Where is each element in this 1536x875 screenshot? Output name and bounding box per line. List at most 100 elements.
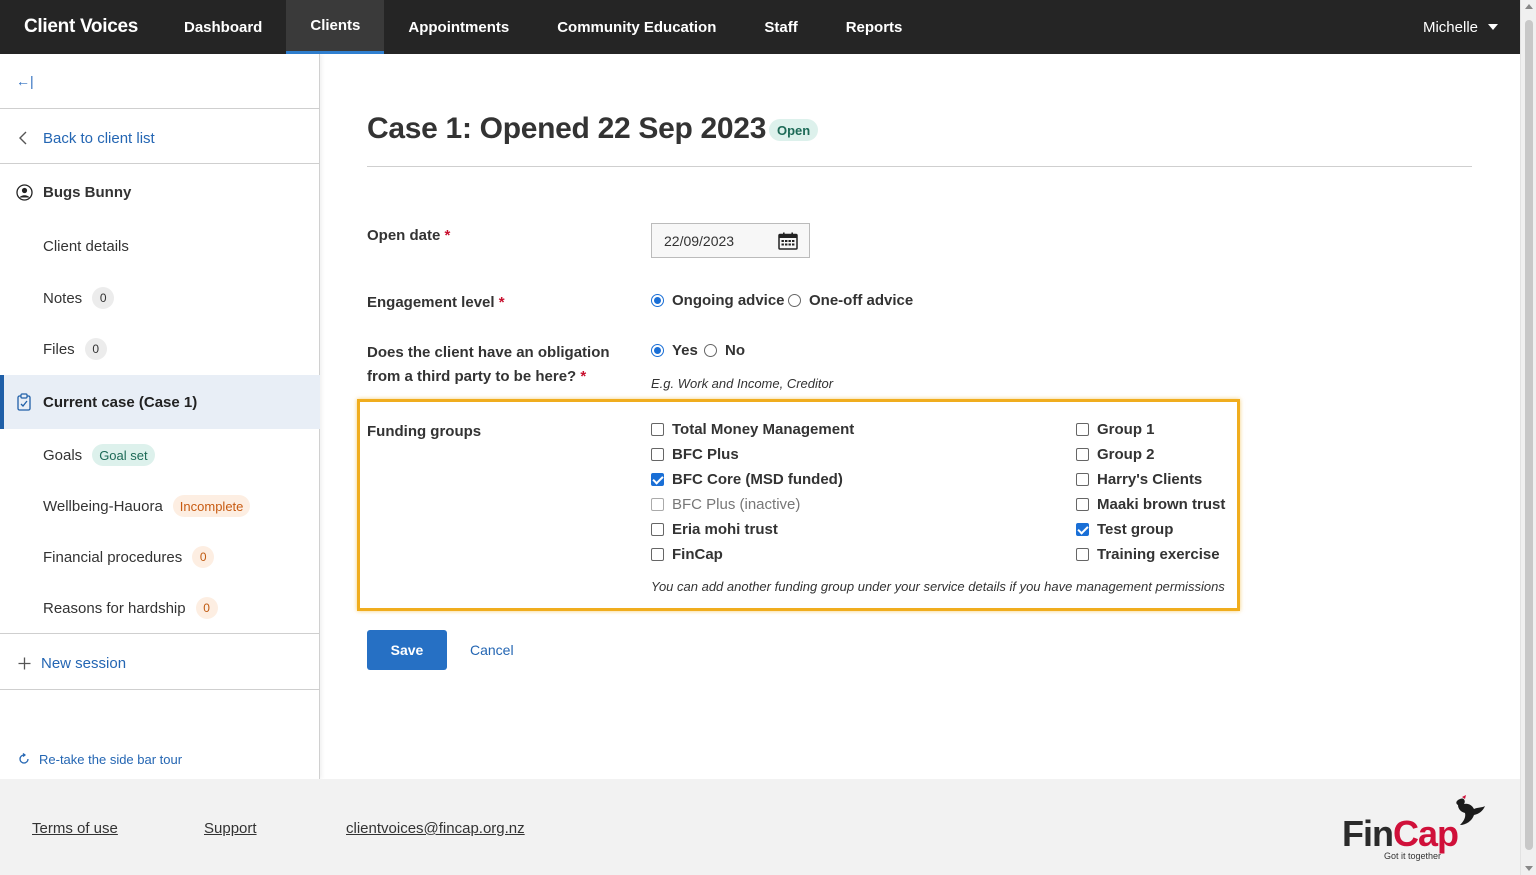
- email-link[interactable]: clientvoices@fincap.org.nz: [346, 820, 525, 837]
- cancel-button[interactable]: Cancel: [470, 642, 514, 658]
- obligation-label: Does the client have an obligation from …: [367, 341, 610, 389]
- divider: [0, 108, 320, 109]
- checkbox[interactable]: [651, 523, 664, 536]
- checkbox-label: Training exercise: [1097, 546, 1220, 563]
- obligation-no-label: No: [725, 342, 745, 359]
- reasons-for-hardship-label: Reasons for hardship: [43, 599, 186, 617]
- sidebar-item-goals[interactable]: Goals Goal set: [0, 443, 320, 467]
- radio-selected[interactable]: [651, 344, 664, 357]
- open-date-label-text: Open date: [367, 227, 441, 244]
- financial-procedures-count-badge: 0: [192, 546, 215, 568]
- funding-group-2-checkbox[interactable]: Group 2: [1076, 446, 1155, 463]
- app-brand[interactable]: Client Voices: [0, 16, 160, 38]
- wellbeing-status-badge: Incomplete: [172, 495, 251, 517]
- funding-eria-mohi-trust-checkbox[interactable]: Eria mohi trust: [651, 521, 778, 538]
- logo-tagline: Got it together: [1384, 851, 1442, 861]
- collapse-sidebar-button[interactable]: ←|: [16, 68, 46, 94]
- checkbox[interactable]: [1076, 548, 1089, 561]
- terms-of-use-link[interactable]: Terms of use: [32, 820, 118, 837]
- sidebar-item-reasons-for-hardship[interactable]: Reasons for hardship 0: [0, 596, 320, 620]
- current-case-label: Current case (Case 1): [43, 393, 198, 411]
- footer: Terms of use Support clientvoices@fincap…: [0, 779, 1520, 875]
- radio-unselected[interactable]: [788, 294, 801, 307]
- engagement-level-label-text: Engagement level: [367, 294, 495, 311]
- files-count-badge: 0: [84, 338, 107, 360]
- radio-unselected[interactable]: [704, 344, 717, 357]
- checkbox[interactable]: [1076, 473, 1089, 486]
- save-button[interactable]: Save: [367, 630, 447, 670]
- funding-group-1-checkbox[interactable]: Group 1: [1076, 421, 1155, 438]
- goals-label: Goals: [43, 446, 83, 464]
- checkbox-label: Group 2: [1097, 446, 1155, 463]
- obligation-yes-radio[interactable]: Yes: [651, 342, 698, 359]
- checkbox[interactable]: [1076, 423, 1089, 436]
- engagement-oneoff-radio[interactable]: One-off advice: [788, 292, 913, 309]
- funding-test-group-checkbox[interactable]: Test group: [1076, 521, 1173, 538]
- back-to-client-list-link[interactable]: Back to client list: [0, 125, 320, 151]
- checkbox-label: Maaki brown trust: [1097, 496, 1226, 513]
- funding-groups-hint: You can add another funding group under …: [651, 579, 1225, 594]
- page-title: Case 1: Opened 22 Sep 2023: [367, 112, 767, 145]
- checkbox-label: Harry's Clients: [1097, 471, 1203, 488]
- nav-appointments[interactable]: Appointments: [384, 0, 533, 54]
- new-session-button[interactable]: New session: [0, 651, 320, 675]
- sidebar-item-wellbeing[interactable]: Wellbeing-Hauora Incomplete: [0, 494, 320, 518]
- retake-tour-label: Re-take the side bar tour: [39, 751, 183, 767]
- back-link-label: Back to client list: [43, 129, 155, 147]
- nav-clients[interactable]: Clients: [286, 0, 385, 54]
- sidebar-item-notes[interactable]: Notes 0: [0, 286, 320, 310]
- sidebar-item-files[interactable]: Files 0: [0, 337, 320, 361]
- scroll-up-arrow-icon[interactable]: [1525, 4, 1533, 9]
- chevron-down-icon: [1488, 24, 1498, 30]
- radio-selected[interactable]: [651, 294, 664, 307]
- sidebar-item-current-case[interactable]: Current case (Case 1): [0, 375, 320, 429]
- funding-fincap-checkbox[interactable]: FinCap: [651, 546, 723, 563]
- financial-procedures-label: Financial procedures: [43, 548, 183, 566]
- vertical-scrollbar[interactable]: [1520, 0, 1536, 875]
- checkbox[interactable]: [651, 548, 664, 561]
- funding-maaki-brown-trust-checkbox[interactable]: Maaki brown trust: [1076, 496, 1225, 513]
- obligation-label-line2: from a third party to be here? *: [367, 368, 587, 385]
- checkbox[interactable]: [1076, 498, 1089, 511]
- funding-total-money-management-checkbox[interactable]: Total Money Management: [651, 421, 854, 438]
- new-session-label: New session: [41, 654, 127, 672]
- required-marker: *: [498, 294, 505, 311]
- retake-tour-link[interactable]: Re-take the side bar tour: [0, 749, 320, 769]
- engagement-ongoing-radio[interactable]: Ongoing advice: [651, 292, 785, 309]
- funding-bfc-core-checkbox[interactable]: BFC Core (MSD funded): [651, 471, 843, 488]
- required-marker: *: [444, 227, 451, 244]
- funding-training-exercise-checkbox[interactable]: Training exercise: [1076, 546, 1220, 563]
- collapse-left-icon: ←|: [16, 73, 34, 89]
- nav-dashboard[interactable]: Dashboard: [160, 0, 286, 54]
- checkbox[interactable]: [1076, 448, 1089, 461]
- sidebar-item-financial-procedures[interactable]: Financial procedures 0: [0, 545, 320, 569]
- scroll-down-arrow-icon[interactable]: [1525, 866, 1533, 871]
- user-menu[interactable]: Michelle: [1423, 19, 1520, 36]
- obligation-label-line1: Does the client have an obligation: [367, 344, 610, 361]
- funding-bfc-plus-checkbox[interactable]: BFC Plus: [651, 446, 739, 463]
- top-navigation: Client Voices Dashboard Clients Appointm…: [0, 0, 1520, 54]
- divider: [0, 163, 320, 164]
- funding-harrys-clients-checkbox[interactable]: Harry's Clients: [1076, 471, 1202, 488]
- scrollbar-thumb[interactable]: [1525, 20, 1533, 850]
- support-link[interactable]: Support: [204, 820, 257, 837]
- checkbox[interactable]: [651, 423, 664, 436]
- obligation-hint: E.g. Work and Income, Creditor: [651, 376, 834, 391]
- nav-staff[interactable]: Staff: [740, 0, 821, 54]
- client-details-label: Client details: [43, 237, 129, 255]
- nav-community-education[interactable]: Community Education: [533, 0, 740, 54]
- obligation-no-radio[interactable]: No: [704, 342, 745, 359]
- sidebar-item-client-details[interactable]: Client details: [0, 234, 320, 258]
- divider: [0, 633, 320, 634]
- checkbox-checked[interactable]: [651, 473, 664, 486]
- wellbeing-label: Wellbeing-Hauora: [43, 497, 163, 515]
- notes-label: Notes: [43, 289, 83, 307]
- open-date-input[interactable]: 22/09/2023: [651, 223, 810, 258]
- checkbox-label: BFC Plus (inactive): [672, 496, 801, 513]
- user-circle-icon: [16, 183, 33, 201]
- calendar-icon[interactable]: [778, 232, 798, 250]
- refresh-icon: [19, 753, 29, 764]
- nav-reports[interactable]: Reports: [822, 0, 927, 54]
- checkbox-checked[interactable]: [1076, 523, 1089, 536]
- checkbox[interactable]: [651, 448, 664, 461]
